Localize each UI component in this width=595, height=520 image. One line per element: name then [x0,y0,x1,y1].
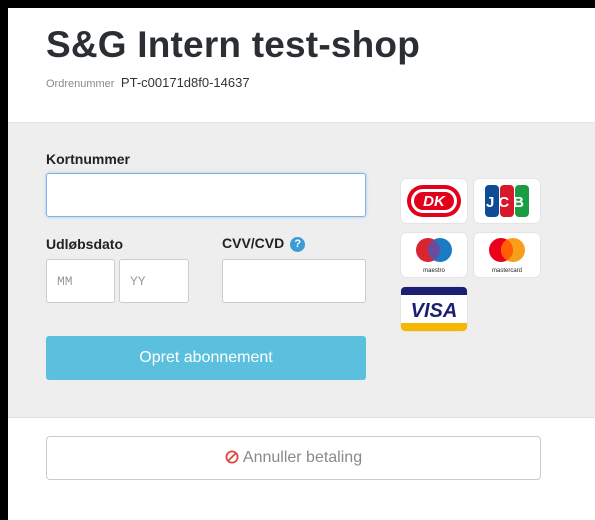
mastercard-logo: mastercard [474,233,540,277]
order-number-label: Ordrenummer [46,78,115,90]
jcb-icon: JCB [485,185,529,217]
card-number-label: Kortnummer [46,151,131,167]
ban-icon [225,450,239,464]
order-number-value: PT-c00171d8f0-14637 [120,75,250,90]
card-form-panel: Kortnummer Udløbsdato CVV/CVD? Opret abo… [8,122,595,418]
maestro-icon: maestro [416,238,452,274]
cancel-payment-label: Annuller betaling [242,449,363,466]
visa-icon: VISA [401,287,467,331]
cancel-payment-button[interactable]: Annuller betaling [46,436,541,480]
jcb-text: JCB [486,194,528,211]
dankort-text: DK [423,193,446,210]
page-header: S&G Intern test-shop Ordrenummer PT-c001… [8,8,595,122]
maestro-text: maestro [423,268,445,274]
dankort-logo: DK [401,179,467,223]
shop-title: S&G Intern test-shop [46,24,421,65]
expiry-month-input[interactable] [46,259,115,303]
create-subscription-button[interactable]: Opret abonnement [46,336,366,380]
dankort-icon: DK [407,185,461,217]
jcb-logo: JCB [474,179,540,223]
payment-window: S&G Intern test-shop Ordrenummer PT-c001… [8,8,595,520]
expiry-date-label: Udløbsdato [46,236,123,252]
expiry-year-input[interactable] [119,259,189,303]
mastercard-icon: mastercard [489,238,525,274]
card-number-input[interactable] [46,173,366,217]
cvv-label: CVV/CVD [222,235,285,251]
visa-text: VISA [411,300,458,322]
visa-logo: VISA [401,287,467,331]
mastercard-text: mastercard [492,268,522,274]
order-number-line: Ordrenummer PT-c00171d8f0-14637 [46,74,250,92]
maestro-logo: maestro [401,233,467,277]
cvv-label-group: CVV/CVD? [222,235,306,253]
question-circle-icon[interactable]: ? [290,237,306,252]
cvv-input[interactable] [222,259,366,303]
